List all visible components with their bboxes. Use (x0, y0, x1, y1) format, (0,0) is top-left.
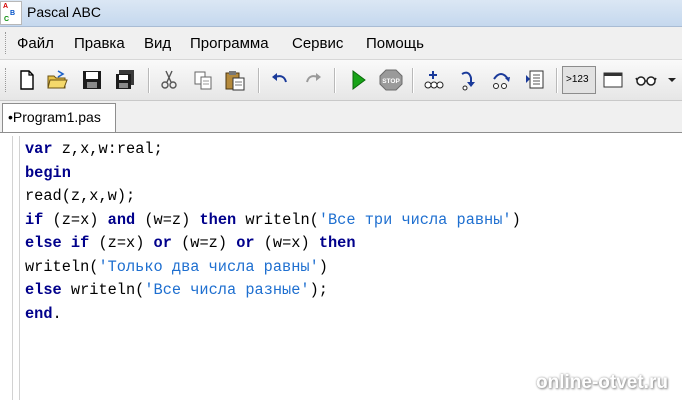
menu-edit[interactable]: Правка (74, 35, 125, 52)
toolbar: STOP >123 (0, 60, 682, 101)
toolbar-grip (5, 68, 9, 92)
toolbar-overflow-icon[interactable] (665, 69, 679, 91)
code-line: read(z,x,w); (25, 187, 136, 205)
menu-service[interactable]: Сервис (292, 35, 343, 52)
tab-label: •Program1.pas (8, 109, 101, 125)
code-line: begin (25, 163, 71, 182)
copy-icon[interactable] (192, 69, 214, 91)
editor-tab-strip: •Program1.pas (0, 101, 682, 133)
code-line: writeln('Только два числа равны') (25, 257, 328, 276)
undo-icon[interactable] (269, 69, 291, 91)
code-line: if (z=x) and (w=z) then writeln('Все три… (25, 210, 521, 229)
pascal-app-icon: A B C (0, 1, 22, 25)
watermark: online-otvet.ru (536, 372, 668, 393)
toolbar-separator (556, 68, 558, 93)
code-line: var z,x,w:real; (25, 140, 163, 158)
menu-file[interactable]: Файл (17, 35, 54, 52)
menu-view[interactable]: Вид (144, 35, 171, 52)
toolbar-separator (412, 68, 414, 93)
tab-program1[interactable]: •Program1.pas (2, 103, 116, 133)
cut-icon[interactable] (158, 69, 180, 91)
window-title: Pascal ABC (27, 4, 101, 20)
icon-letter-b: B (10, 10, 16, 17)
menu-bar: Файл Правка Вид Программа Сервис Помощь (0, 27, 682, 60)
menu-grip (5, 32, 9, 54)
toolbar-separator (258, 68, 260, 93)
redo-icon[interactable] (302, 69, 324, 91)
toolbar-separator (334, 68, 336, 93)
console-icon[interactable]: >123 (562, 66, 596, 94)
title-bar: A B C Pascal ABC (0, 0, 682, 27)
code-line: end. (25, 304, 62, 323)
new-file-icon[interactable] (16, 69, 38, 91)
stop-icon[interactable]: STOP (379, 69, 403, 91)
glasses-icon[interactable] (635, 69, 657, 91)
open-folder-icon[interactable] (46, 69, 68, 91)
menu-program[interactable]: Программа (190, 35, 269, 52)
code-line: else writeln('Все числа разные'); (25, 281, 328, 299)
code-area[interactable]: var z,x,w:real; begin read(z,x,w); if (z=x)… (25, 138, 521, 326)
stop-label: STOP (382, 78, 400, 85)
step-over-icon[interactable] (490, 69, 512, 91)
toolbar-separator (148, 68, 150, 93)
editor-gutter (12, 136, 20, 400)
step-icon[interactable] (423, 69, 445, 91)
save-all-icon[interactable] (114, 69, 136, 91)
watch-icon[interactable] (524, 69, 546, 91)
paste-icon[interactable] (224, 69, 246, 91)
run-icon[interactable] (348, 69, 370, 91)
code-line: else if (z=x) or (w=z) or (w=x) then (25, 234, 356, 252)
icon-letter-a: A (3, 3, 9, 10)
save-icon[interactable] (81, 69, 103, 91)
step-into-icon[interactable] (457, 69, 479, 91)
menu-help[interactable]: Помощь (366, 35, 424, 52)
console-label: >123 (566, 74, 589, 85)
icon-letter-c: C (4, 16, 10, 23)
window-icon[interactable] (602, 69, 624, 91)
